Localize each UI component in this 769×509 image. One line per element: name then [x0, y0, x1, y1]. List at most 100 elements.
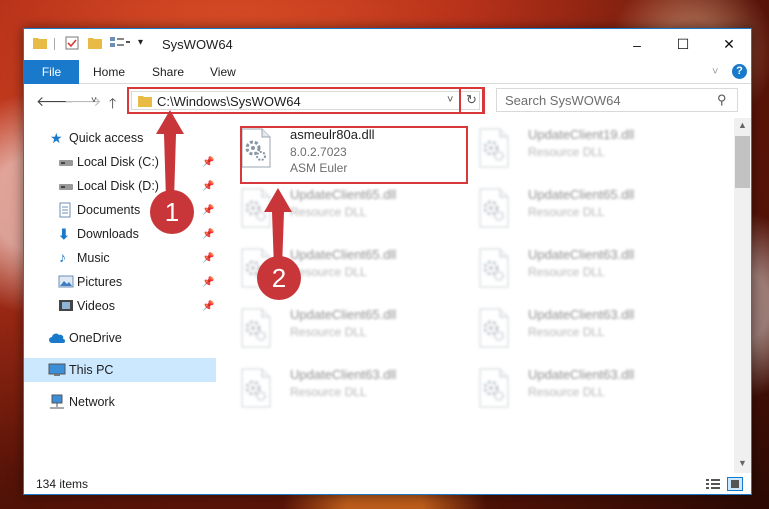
file-item[interactable]: UpdateClient63.dll Resource DLL [464, 302, 694, 360]
dll-file-icon [478, 128, 510, 168]
refresh-icon: ↻ [466, 92, 477, 107]
title-bar: ▾ SysWOW64 – ☐ ✕ [24, 29, 751, 60]
tab-share[interactable]: Share [152, 60, 184, 84]
dll-file-icon [478, 188, 510, 228]
minimize-button[interactable]: – [614, 29, 660, 60]
file-item[interactable]: UpdateClient63.dll Resource DLL [464, 362, 694, 420]
file-item[interactable]: UpdateClient65.dll Resource DLL [464, 182, 694, 240]
folder-icon [33, 36, 47, 49]
pin-icon[interactable]: 📌 [202, 253, 214, 264]
nav-onedrive[interactable]: OneDrive [24, 326, 216, 350]
customize-toolbar-chevron-icon[interactable]: ▾ [138, 37, 143, 48]
pin-icon[interactable]: 📌 [202, 157, 214, 168]
network-icon [48, 394, 64, 409]
file-type: Resource DLL [290, 265, 367, 279]
callout-badge-1: 1 [150, 190, 194, 234]
nav-this-pc[interactable]: This PC [24, 358, 216, 382]
nav-label: Pictures [77, 275, 123, 289]
pin-icon[interactable]: 📌 [202, 181, 214, 192]
file-type: Resource DLL [290, 385, 367, 399]
refresh-button[interactable]: ↻ [459, 87, 485, 114]
view-options-icon[interactable] [110, 36, 130, 49]
scroll-thumb[interactable] [735, 136, 750, 188]
close-button[interactable]: ✕ [706, 29, 752, 60]
downloads-icon: ⬇ [58, 226, 70, 242]
properties-icon[interactable] [65, 36, 79, 50]
nav-label: Music [77, 251, 110, 265]
pin-icon[interactable]: 📌 [202, 229, 214, 240]
folder-icon [138, 94, 152, 110]
details-view-icon[interactable] [705, 477, 721, 491]
up-arrow-icon[interactable]: 🡑 [109, 93, 116, 117]
file-name: UpdateClient63.dll [528, 247, 635, 262]
drive-icon [58, 156, 74, 170]
ribbon-tabs: File Home Share View ˅ ? [24, 60, 751, 84]
status-bar: 134 items [24, 473, 751, 495]
tab-home[interactable]: Home [93, 60, 125, 84]
file-type: Resource DLL [528, 265, 605, 279]
nav-label: Local Disk (D:) [77, 179, 159, 193]
expand-ribbon-chevron-icon[interactable]: ˅ [712, 60, 718, 84]
new-folder-icon[interactable] [88, 36, 102, 49]
search-placeholder: Search SysWOW64 [505, 93, 621, 108]
tab-view[interactable]: View [210, 60, 236, 84]
file-type: Resource DLL [528, 325, 605, 339]
nav-label: Downloads [77, 227, 139, 241]
dll-file-icon [240, 308, 272, 348]
nav-this-pc-label: This PC [69, 363, 114, 377]
item-count: 134 items [36, 477, 89, 491]
scroll-up-icon[interactable]: ▲ [738, 120, 747, 130]
pin-icon[interactable]: 📌 [202, 301, 214, 312]
file-name: UpdateClient63.dll [528, 307, 635, 322]
file-name: UpdateClient65.dll [290, 187, 397, 202]
star-icon: ★ [50, 130, 63, 146]
vertical-scrollbar[interactable]: ▲ ▼ [734, 118, 751, 473]
pin-icon[interactable]: 📌 [202, 277, 214, 288]
callout-badge-2: 2 [257, 256, 301, 300]
file-type: Resource DLL [290, 325, 367, 339]
separator [54, 38, 55, 50]
recent-locations-chevron-icon[interactable]: ˅ [91, 95, 97, 106]
file-type: Resource DLL [528, 205, 605, 219]
file-name: UpdateClient65.dll [290, 307, 397, 322]
search-input[interactable]: Search SysWOW64 ⚲ [496, 88, 738, 112]
scroll-down-icon[interactable]: ▼ [738, 458, 747, 468]
file-name: UpdateClient19.dll [528, 127, 635, 142]
maximize-button[interactable]: ☐ [660, 29, 706, 60]
documents-icon [58, 202, 74, 218]
file-name: UpdateClient63.dll [528, 367, 635, 382]
nav-item-videos[interactable]: Videos 📌 [24, 294, 216, 318]
file-type: Resource DLL [528, 385, 605, 399]
nav-network[interactable]: Network [24, 390, 216, 414]
tab-file[interactable]: File [24, 60, 79, 84]
pin-icon[interactable]: 📌 [202, 205, 214, 216]
help-icon[interactable]: ? [732, 64, 747, 79]
file-type: Resource DLL [528, 145, 605, 159]
nav-item-pictures[interactable]: Pictures 📌 [24, 270, 216, 294]
file-explorer-window: ▾ SysWOW64 – ☐ ✕ File Home Share View ˅ … [23, 28, 752, 495]
nav-item-music[interactable]: ♪ Music 📌 [24, 246, 216, 270]
address-row: 🡐 🡒 ˅ 🡑 C:\Windows\SysWOW64 ˅ ↻ Search S… [24, 86, 751, 116]
nav-network-label: Network [69, 395, 115, 409]
file-item[interactable]: UpdateClient19.dll Resource DLL [464, 122, 694, 180]
file-item[interactable]: UpdateClient63.dll Resource DLL [226, 362, 456, 420]
computer-icon [48, 363, 66, 377]
dll-file-icon [478, 248, 510, 288]
search-icon: ⚲ [717, 92, 727, 107]
nav-quick-access-label: Quick access [69, 131, 144, 145]
file-item[interactable]: UpdateClient63.dll Resource DLL [464, 242, 694, 300]
nav-onedrive-label: OneDrive [69, 331, 122, 345]
music-icon: ♪ [59, 249, 66, 265]
nav-label: Documents [77, 203, 141, 217]
dll-file-icon [478, 368, 510, 408]
cloud-icon [48, 332, 65, 346]
dll-file-icon [478, 308, 510, 348]
address-dropdown-chevron-icon[interactable]: ˅ [447, 94, 453, 106]
nav-label: Videos [77, 299, 115, 313]
large-icons-view-icon[interactable] [727, 477, 743, 491]
address-path[interactable]: C:\Windows\SysWOW64 [157, 94, 301, 109]
dll-file-icon [240, 368, 272, 408]
file-name: UpdateClient65.dll [290, 247, 397, 262]
drive-icon [58, 180, 74, 194]
file-item[interactable]: UpdateClient65.dll Resource DLL [226, 302, 456, 360]
